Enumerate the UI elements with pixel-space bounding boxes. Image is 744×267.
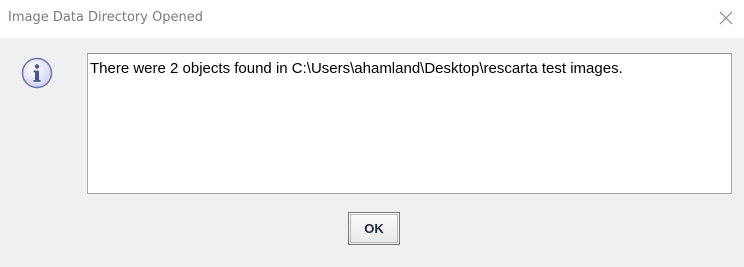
info-icon [21,57,53,89]
message-text: There were 2 objects found in C:\Users\a… [90,60,623,77]
message-text-area[interactable]: There were 2 objects found in C:\Users\a… [87,53,732,194]
dialog-title: Image Data Directory Opened [8,10,204,25]
title-bar[interactable]: Image Data Directory Opened [0,0,744,38]
ok-button[interactable]: OK [348,212,400,245]
dialog-body: There were 2 objects found in C:\Users\a… [0,38,744,267]
message-dialog: Image Data Directory Opened There were 2… [0,0,744,267]
close-icon[interactable] [715,7,737,29]
